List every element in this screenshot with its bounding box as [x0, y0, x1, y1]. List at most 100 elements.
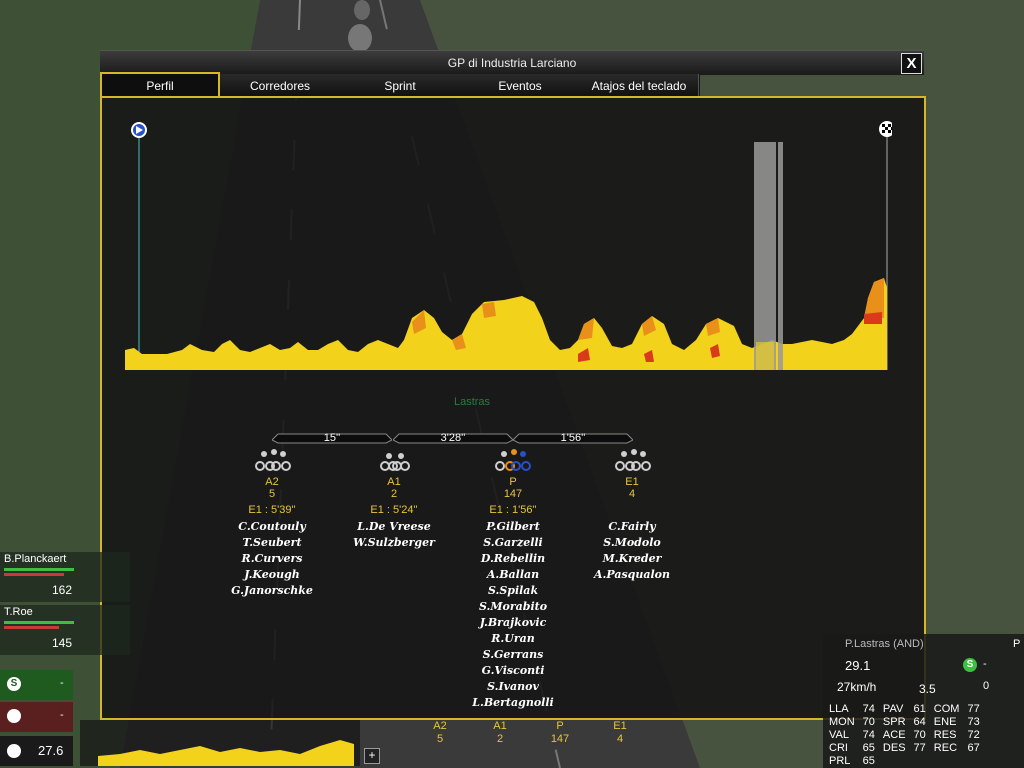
zoom-plus-button[interactable]: +	[364, 748, 380, 764]
climb-status: -	[0, 702, 73, 732]
stat-row: VAL 74 ACE 70 RES 72	[825, 728, 984, 741]
stat-value: 65	[862, 754, 875, 767]
group-peloton-rider-1[interactable]: P.Gilbert	[453, 520, 573, 533]
group-e1-rider-4[interactable]: A.Pasqualon	[572, 568, 692, 581]
race-info-window: GP di Industria Larciano X Perfil Corred…	[100, 50, 926, 720]
window-title: GP di Industria Larciano	[447, 56, 577, 70]
rider2-energy-bar	[4, 621, 74, 624]
group-peloton-rider-3[interactable]: D.Rebellin	[453, 552, 573, 565]
group-a1-rider-1[interactable]: L.De Vreese	[334, 520, 454, 533]
group-peloton-rider-4[interactable]: A.Ballan	[453, 568, 573, 581]
group-peloton-icon[interactable]	[492, 448, 534, 472]
tab-corredores[interactable]: Corredores	[220, 74, 341, 96]
tab-sprint[interactable]: Sprint	[340, 74, 461, 96]
group-peloton-rider-12[interactable]: L.Bertagnolli	[453, 696, 573, 709]
tab-eventos[interactable]: Eventos	[460, 74, 581, 96]
group-a2-rider-5[interactable]: G.Janorschke	[212, 584, 332, 597]
group-e1-count: 4	[628, 488, 636, 500]
group-a1-rider-2[interactable]: W.Sulzberger	[334, 536, 454, 549]
stat-label: PRL	[829, 754, 851, 767]
stat-value	[910, 754, 930, 767]
gap-label-1: 15''	[323, 432, 341, 444]
group-a2-time: E1 : 5'39''	[248, 504, 296, 516]
group-peloton-rider-6[interactable]: S.Morabito	[453, 600, 573, 613]
distance-remaining: 27.6	[38, 743, 64, 758]
group-e1-rider-1[interactable]: C.Fairly	[572, 520, 692, 533]
window-titlebar[interactable]: GP di Industria Larciano X	[100, 50, 924, 75]
stat-value: 72	[967, 728, 980, 741]
mini-group-3-category: P	[556, 720, 564, 732]
group-peloton-rider-2[interactable]: S.Garzelli	[453, 536, 573, 549]
stat-row: CRI 65 DES 77 REC 67	[825, 741, 984, 754]
stat-label: PAV	[882, 702, 904, 715]
stat-label: MON	[829, 715, 855, 728]
group-peloton-rider-9[interactable]: S.Gerrans	[453, 648, 573, 661]
stat-value: 74	[862, 702, 875, 715]
tab-perfil[interactable]: Perfil	[100, 72, 220, 96]
group-peloton-rider-5[interactable]: S.Spilak	[453, 584, 573, 597]
mountain-value-right: 0	[983, 680, 990, 692]
group-a2-count: 5	[268, 488, 276, 500]
mini-group-4-category: E1	[613, 720, 627, 732]
group-a2-rider-1[interactable]: C.Coutouly	[212, 520, 332, 533]
profile-panel: Lastras 15'' 3'28'' 1'56'' A2 5 E1 : 5'3…	[100, 96, 926, 720]
corner-label: P	[1013, 638, 1021, 650]
finish-flag-icon	[879, 121, 892, 137]
group-a1-time: E1 : 5'24''	[370, 504, 418, 516]
stat-row: LLA 74 PAV 61 COM 77	[825, 702, 984, 715]
group-peloton-count: 147	[503, 488, 523, 500]
group-peloton-rider-10[interactable]: G.Visconti	[453, 664, 573, 677]
mini-profile-terrain	[98, 740, 354, 766]
mini-group-1-category: A2	[433, 720, 447, 732]
mini-group-1-count: 5	[436, 733, 444, 745]
mini-groups-bar: A2 5 A1 2 P 147 E1 4	[420, 720, 640, 766]
mini-profile[interactable]	[80, 720, 360, 766]
rider-stats-table: LLA 74 PAV 61 COM 77 MON 70 SPR 64 ENE 73 VAL 74 ACE 70…	[825, 702, 984, 767]
stat-label: COM	[933, 702, 960, 715]
stat-value	[963, 754, 983, 767]
group-a1-icon[interactable]	[378, 452, 410, 472]
stat-value: 70	[862, 715, 875, 728]
close-button[interactable]: X	[901, 53, 922, 74]
rider1-stat: 162	[52, 583, 73, 597]
group-a2-rider-3[interactable]: R.Curvers	[212, 552, 332, 565]
group-peloton-rider-11[interactable]: S.Ivanov	[453, 680, 573, 693]
speed-kmh: 27km/h	[837, 680, 877, 694]
group-a2-icon[interactable]	[252, 448, 294, 472]
group-peloton-rider-8[interactable]: R.Uran	[453, 632, 573, 645]
group-e1-icon[interactable]	[612, 448, 654, 472]
right-rider-panel[interactable]: P.Lastras (AND) P 29.1 27km/h 3.5 S - 0 …	[823, 634, 1024, 768]
stat-value: 73	[967, 715, 980, 728]
stat-label: CRI	[829, 741, 848, 754]
climb-label: Lastras	[453, 396, 491, 408]
stat-value: 77	[967, 702, 980, 715]
tab-bar: Perfil Corredores Sprint Eventos Atajos …	[100, 72, 700, 96]
rider2-effort-bar	[4, 626, 59, 629]
group-peloton-time: E1 : 1'56''	[489, 504, 537, 516]
stat-label: SPR	[882, 715, 906, 728]
stat-label: LLA	[829, 702, 849, 715]
stat-label: ACE	[882, 728, 906, 741]
group-e1-category: E1	[625, 476, 639, 488]
left-rider-panel-1[interactable]: B.Planckaert 162	[0, 552, 130, 602]
group-e1-rider-3[interactable]: M.Kreder	[572, 552, 692, 565]
group-peloton-rider-7[interactable]: J.Brajkovic	[453, 616, 573, 629]
start-flag-icon	[131, 122, 147, 138]
mini-group-4-count: 4	[616, 733, 624, 745]
stat-label: REC	[933, 741, 958, 754]
mini-group-2-count: 2	[496, 733, 504, 745]
stat-label	[930, 754, 964, 767]
tab-atajos[interactable]: Atajos del teclado	[580, 74, 699, 96]
stat-label: ENE	[933, 715, 957, 728]
sprint-value-right: -	[983, 658, 987, 670]
stat-row: PRL 65	[825, 754, 984, 767]
group-a1-category: A1	[387, 476, 401, 488]
left-rider-panel-2[interactable]: T.Roe 145	[0, 605, 130, 655]
group-a2-rider-2[interactable]: T.Seubert	[212, 536, 332, 549]
group-e1-rider-2[interactable]: S.Modolo	[572, 536, 692, 549]
gap-label-3: 1'56''	[560, 432, 586, 444]
stat-value: 64	[913, 715, 926, 728]
group-a2-rider-4[interactable]: J.Keough	[212, 568, 332, 581]
sprint-icon-right: S	[963, 658, 977, 672]
stat-value: 65	[862, 741, 875, 754]
